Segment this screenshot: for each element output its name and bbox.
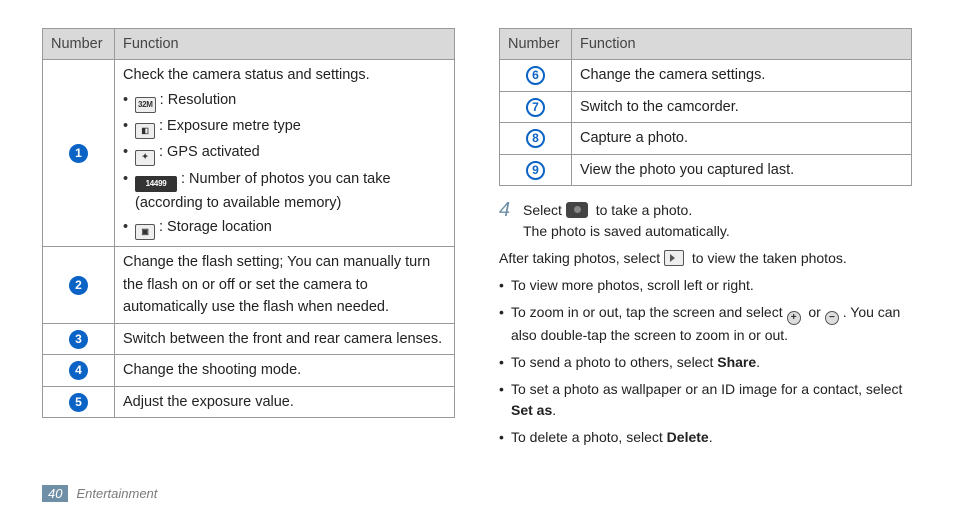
gps-activated-icon: ✦ (135, 150, 155, 166)
left-header-number: Number (43, 29, 115, 60)
step-number: 4 (499, 200, 515, 242)
left-table: Number Function 1 Check the camera statu… (42, 28, 455, 418)
right-row-9-text: View the photo you captured last. (572, 154, 912, 185)
row1-item-exposure-text: : Exposure metre type (159, 118, 301, 134)
camera-icon (566, 202, 588, 218)
left-column: Number Function 1 Check the camera statu… (42, 28, 455, 454)
right-row-7: 7 Switch to the camcorder. (500, 91, 912, 122)
badge-2: 2 (69, 276, 88, 295)
right-header-function: Function (572, 29, 912, 60)
play-icon (664, 250, 684, 266)
row1-item-count: 14499: Number of photos you can take (ac… (123, 168, 446, 215)
right-row-6-text: Change the camera settings. (572, 60, 912, 91)
exposure-metre-icon: ◧ (135, 123, 155, 139)
after-intro-a: After taking photos, select (499, 250, 664, 266)
right-row-6: 6 Change the camera settings. (500, 60, 912, 91)
left-row-3: 3 Switch between the front and rear came… (43, 323, 455, 354)
left-row-5-text: Adjust the exposure value. (115, 386, 455, 417)
badge-5: 5 (69, 393, 88, 412)
row1-item-storage-text: : Storage location (159, 219, 272, 235)
badge-3: 3 (69, 330, 88, 349)
after-intro-b: to view the taken photos. (688, 250, 847, 266)
bullet-zoom-b: or (805, 304, 825, 320)
bullet-delete-pre: To delete a photo, select (511, 429, 667, 445)
bullet-share: To send a photo to others, select Share. (499, 352, 912, 373)
resolution-icon: 32M (135, 97, 156, 113)
step-line1b: to take a photo. (592, 202, 692, 218)
badge-8: 8 (526, 129, 545, 148)
bullet-delete-bold: Delete (667, 429, 709, 445)
left-row-2: 2 Change the flash setting; You can manu… (43, 247, 455, 323)
bullet-delete: To delete a photo, select Delete. (499, 427, 912, 448)
row1-item-resolution-text: : Resolution (160, 92, 237, 108)
badge-9: 9 (526, 161, 545, 180)
bullet-share-pre: To send a photo to others, select (511, 354, 717, 370)
left-header-function: Function (115, 29, 455, 60)
section-title: Entertainment (76, 486, 157, 501)
step-line1a: Select (523, 202, 566, 218)
left-row-2-text: Change the flash setting; You can manual… (115, 247, 455, 323)
bullet-zoom: To zoom in or out, tap the screen and se… (499, 302, 912, 346)
photo-count-icon: 14499 (135, 176, 177, 192)
after-intro: After taking photos, select to view the … (499, 248, 912, 269)
right-row-8-text: Capture a photo. (572, 123, 912, 154)
left-row-4: 4 Change the shooting mode. (43, 355, 455, 386)
row1-item-storage: ▣: Storage location (123, 216, 446, 240)
after-bullets: To view more photos, scroll left or righ… (499, 275, 912, 448)
left-row-5: 5 Adjust the exposure value. (43, 386, 455, 417)
left-row-3-text: Switch between the front and rear camera… (115, 323, 455, 354)
right-table: Number Function 6 Change the camera sett… (499, 28, 912, 186)
bullet-delete-post: . (709, 429, 713, 445)
right-column: Number Function 6 Change the camera sett… (499, 28, 912, 454)
bullet-setas-pre: To set a photo as wallpaper or an ID ima… (511, 381, 902, 397)
badge-4: 4 (69, 361, 88, 380)
bullet-setas-post: . (552, 402, 556, 418)
right-row-7-text: Switch to the camcorder. (572, 91, 912, 122)
bullet-zoom-a: To zoom in or out, tap the screen and se… (511, 304, 787, 320)
badge-7: 7 (526, 98, 545, 117)
badge-1: 1 (69, 144, 88, 163)
row1-item-resolution: 32M: Resolution (123, 89, 446, 113)
bullet-setas-bold: Set as (511, 402, 552, 418)
step-line2: The photo is saved automatically. (523, 221, 730, 242)
storage-location-icon: ▣ (135, 224, 155, 240)
left-row-1: 1 Check the camera status and settings. … (43, 60, 455, 247)
page-number: 40 (42, 485, 68, 502)
zoom-in-icon: + (787, 311, 801, 325)
row1-item-gps: ✦: GPS activated (123, 141, 446, 165)
right-header-number: Number (500, 29, 572, 60)
row1-item-exposure: ◧: Exposure metre type (123, 115, 446, 139)
bullet-scroll: To view more photos, scroll left or righ… (499, 275, 912, 296)
zoom-out-icon: − (825, 311, 839, 325)
step-4: 4 Select to take a photo. The photo is s… (499, 200, 912, 242)
bullet-share-bold: Share (717, 354, 756, 370)
right-row-9: 9 View the photo you captured last. (500, 154, 912, 185)
row1-item-gps-text: : GPS activated (159, 144, 260, 160)
badge-6: 6 (526, 66, 545, 85)
left-row-4-text: Change the shooting mode. (115, 355, 455, 386)
page-footer: 40 Entertainment (42, 485, 157, 502)
right-row-8: 8 Capture a photo. (500, 123, 912, 154)
row1-intro: Check the camera status and settings. (123, 64, 446, 86)
bullet-setas: To set a photo as wallpaper or an ID ima… (499, 379, 912, 421)
bullet-share-post: . (756, 354, 760, 370)
